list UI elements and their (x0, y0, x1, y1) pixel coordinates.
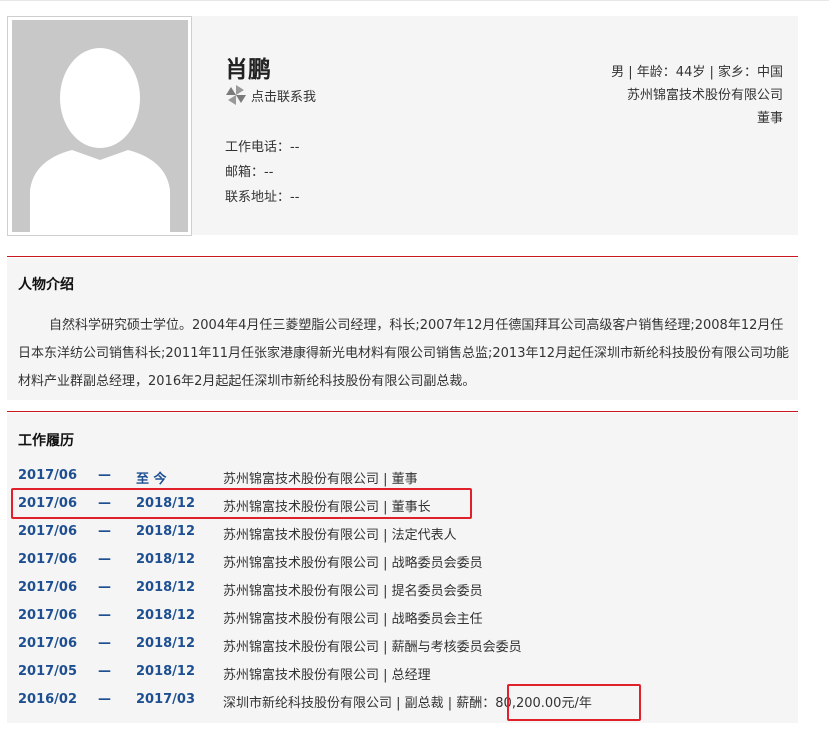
start-date: 2017/06 (18, 468, 78, 483)
role-description: 苏州锦富技术股份有限公司 | 战略委员会委员 (223, 556, 483, 571)
contact-me-button[interactable]: 点击联系我 (225, 84, 316, 106)
work-phone: 工作电话：-- (225, 140, 300, 155)
start-date: 2017/06 (18, 552, 78, 567)
profile-card: 肖鹏 点击联系我 工作电话：-- 邮箱：-- 联系地址：-- 男 | 年龄：44… (7, 16, 798, 236)
end-date: 2018/12 (136, 664, 196, 679)
position-title: 董事 (756, 111, 783, 126)
role-description: 苏州锦富技术股份有限公司 | 董事 (223, 472, 418, 487)
intro-section: 人物介绍 自然科学研究硕士学位。2004年4月任三菱塑脂公司经理，科长;2007… (7, 258, 798, 400)
start-date: 2017/06 (18, 636, 78, 651)
date-dash: — (98, 692, 111, 707)
date-dash: — (98, 580, 111, 595)
end-date: 至 今 (136, 472, 167, 487)
start-date: 2017/06 (18, 580, 78, 595)
end-date: 2018/12 (136, 552, 196, 567)
career-row: 2017/05 — 2018/12 苏州锦富技术股份有限公司 | 总经理 (7, 659, 798, 687)
career-title: 工作履历 (18, 433, 74, 449)
role-description: 苏州锦富技术股份有限公司 | 法定代表人 (223, 528, 457, 543)
section-divider (7, 411, 798, 412)
end-date: 2017/03 (136, 692, 196, 707)
start-date: 2017/05 (18, 664, 78, 679)
email: 邮箱：-- (225, 165, 274, 180)
profile-meta: 男 | 年龄：44岁 | 家乡：中国 苏州锦富技术股份有限公司 董事 (611, 61, 783, 130)
end-date: 2018/12 (136, 608, 196, 623)
gender-age-hometown: 男 | 年龄：44岁 | 家乡：中国 (611, 65, 783, 80)
date-dash: — (98, 524, 111, 539)
intro-text: 自然科学研究硕士学位。2004年4月任三菱塑脂公司经理，科长;2007年12月任… (18, 318, 790, 389)
section-divider (7, 256, 798, 257)
company-link[interactable]: 苏州锦富技术股份有限公司 (611, 84, 783, 107)
end-date: 2018/12 (136, 524, 196, 539)
avatar (7, 16, 192, 236)
date-dash: — (98, 552, 111, 567)
career-section: 工作履历 2017/06 — 至 今 苏州锦富技术股份有限公司 | 董事 201… (7, 413, 798, 723)
highlight-box-chairman (11, 488, 472, 519)
career-row: 2017/06 — 2018/12 苏州锦富技术股份有限公司 | 战略委员会委员 (7, 547, 798, 575)
date-dash: — (98, 608, 111, 623)
person-name: 肖鹏 (225, 57, 271, 83)
contact-me-label: 点击联系我 (251, 89, 317, 105)
end-date: 2018/12 (136, 580, 196, 595)
date-dash: — (98, 468, 111, 483)
career-row: 2017/06 — 2018/12 苏州锦富技术股份有限公司 | 法定代表人 (7, 519, 798, 547)
highlight-box-salary (507, 684, 641, 721)
career-row: 2017/06 — 2018/12 苏州锦富技术股份有限公司 | 薪酬与考核委员… (7, 631, 798, 659)
role-description: 苏州锦富技术股份有限公司 | 提名委员会委员 (223, 584, 483, 599)
role-description: 苏州锦富技术股份有限公司 | 薪酬与考核委员会委员 (223, 640, 522, 655)
start-date: 2016/02 (18, 692, 78, 707)
career-row: 2017/06 — 2018/12 苏州锦富技术股份有限公司 | 提名委员会委员 (7, 575, 798, 603)
intro-title: 人物介绍 (18, 277, 74, 293)
end-date: 2018/12 (136, 636, 196, 651)
career-row: 2016/02 — 2017/03 深圳市新纶科技股份有限公司 | 副总裁 | … (7, 687, 798, 715)
role-description: 苏州锦富技术股份有限公司 | 总经理 (223, 668, 431, 683)
default-avatar-icon (12, 20, 188, 232)
career-row: 2017/06 — 至 今 苏州锦富技术股份有限公司 | 董事 (7, 463, 798, 491)
date-dash: — (98, 664, 111, 679)
start-date: 2017/06 (18, 608, 78, 623)
pinwheel-icon (226, 85, 246, 105)
date-dash: — (98, 636, 111, 651)
contact-address: 联系地址：-- (225, 190, 300, 205)
start-date: 2017/06 (18, 524, 78, 539)
career-row: 2017/06 — 2018/12 苏州锦富技术股份有限公司 | 战略委员会主任 (7, 603, 798, 631)
top-divider (0, 0, 829, 1)
role-description: 苏州锦富技术股份有限公司 | 战略委员会主任 (223, 612, 483, 627)
